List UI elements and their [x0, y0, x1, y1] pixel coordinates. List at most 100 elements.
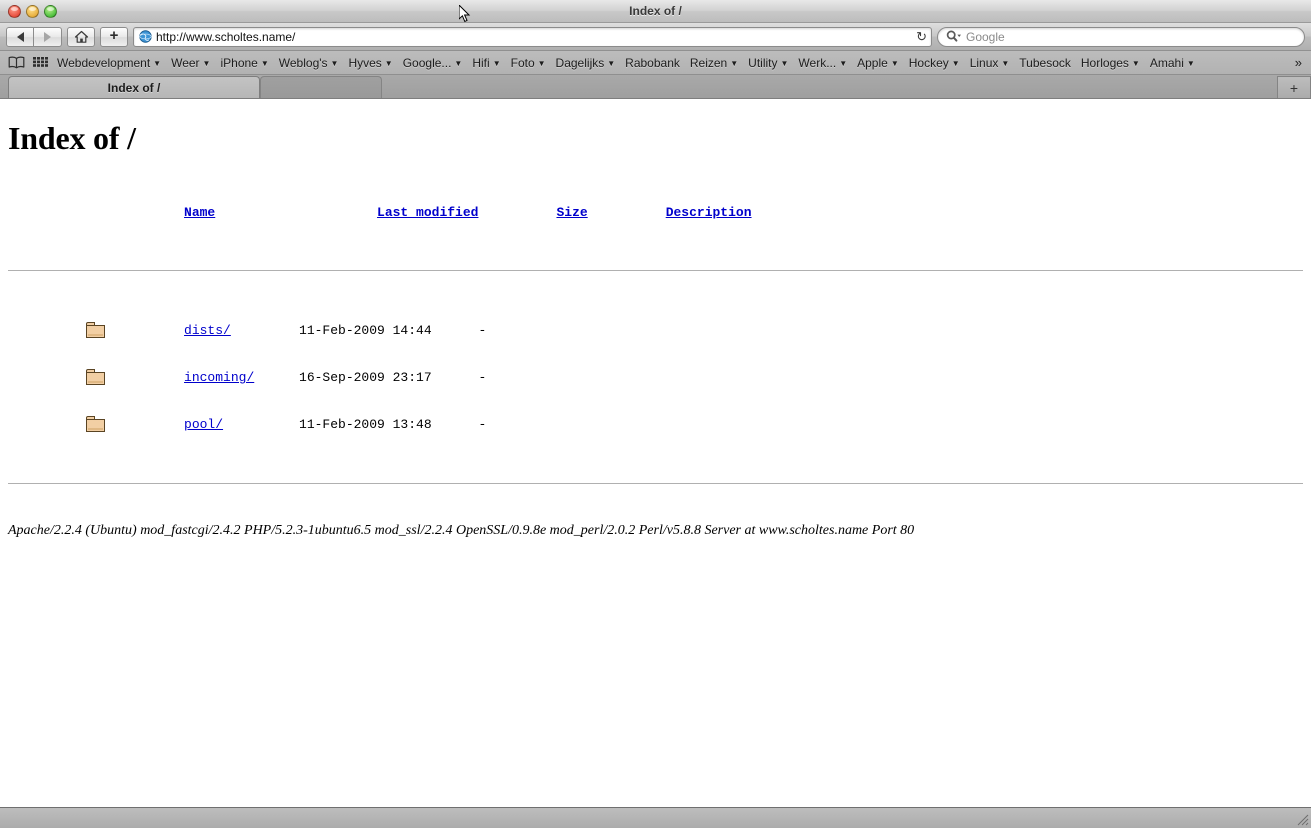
row-date-cell: 11-Feb-2009 14:44 [299, 323, 432, 338]
home-button[interactable] [67, 26, 95, 47]
browser-window: Index of / + http://www.scholtes.name/ ↻… [0, 0, 1311, 828]
bookmark-item-foto[interactable]: Foto ▼ [506, 53, 551, 73]
chevron-down-icon: ▼ [1001, 58, 1010, 68]
mouse-cursor [459, 5, 471, 23]
sort-by-date-link[interactable]: Last modified [377, 205, 478, 220]
bookmarks-bar: Webdevelopment ▼ Weer ▼ iPhone ▼ Weblog'… [0, 51, 1311, 75]
header-size: Size [478, 190, 587, 235]
bookmark-label: Foto [510, 55, 535, 70]
bookmark-item-webdevelopment[interactable]: Webdevelopment ▼ [52, 53, 166, 73]
bookmark-item-utility[interactable]: Utility ▼ [743, 53, 793, 73]
chevron-down-icon: ▼ [537, 58, 546, 68]
bookmark-item-hifi[interactable]: Hifi ▼ [467, 53, 505, 73]
chevron-down-icon: ▼ [839, 58, 848, 68]
row-description-cell [588, 401, 1303, 448]
bookmark-label: Linux [969, 55, 999, 70]
chevron-down-icon: ▼ [951, 58, 960, 68]
chevron-down-icon: ▼ [1186, 58, 1195, 68]
bookmark-label: Tubesock [1019, 55, 1071, 70]
window-title: Index of / [629, 4, 682, 18]
bookmark-item-amahi[interactable]: Amahi ▼ [1145, 53, 1200, 73]
chevron-down-icon: ▼ [260, 58, 269, 68]
new-tab-button[interactable]: + [1277, 76, 1311, 98]
row-size-cell: - [478, 370, 487, 385]
bookmarks-overflow-button[interactable]: » [1290, 55, 1307, 70]
bookmark-label: Rabobank [625, 55, 680, 70]
footer-divider [8, 483, 1303, 484]
bookmark-label: Hifi [472, 55, 490, 70]
bookmark-item-google[interactable]: Google... ▼ [398, 53, 468, 73]
zoom-button[interactable] [44, 4, 57, 18]
bookmark-item-weblogs[interactable]: Weblog's ▼ [274, 53, 344, 73]
bookmark-item-apple[interactable]: Apple ▼ [852, 53, 904, 73]
bookmark-item-hockey[interactable]: Hockey ▼ [904, 53, 965, 73]
header-description: Description [588, 190, 1303, 235]
search-field[interactable]: Google [937, 26, 1305, 47]
home-icon [74, 30, 88, 43]
header-divider [8, 270, 1303, 271]
directory-link[interactable]: incoming/ [184, 370, 254, 385]
add-bookmark-button[interactable]: + [100, 26, 128, 47]
bookmark-item-iphone[interactable]: iPhone ▼ [215, 53, 273, 73]
url-text: http://www.scholtes.name/ [156, 29, 296, 44]
bookmark-item-linux[interactable]: Linux ▼ [965, 53, 1015, 73]
chevron-down-icon: ▼ [384, 58, 393, 68]
bookmark-label: Hockey [908, 55, 949, 70]
chevron-down-icon: ▼ [607, 58, 616, 68]
directory-link[interactable]: pool/ [184, 417, 223, 432]
row-description-cell [588, 354, 1303, 401]
server-signature: Apache/2.2.4 (Ubuntu) mod_fastcgi/2.4.2 … [8, 523, 915, 538]
table-row: incoming/ 16-Sep-2009 23:17 - [8, 354, 1303, 401]
reload-button[interactable]: ↻ [916, 30, 927, 43]
footer-divider-cell [8, 448, 1303, 523]
bookmark-label: Amahi [1149, 55, 1184, 70]
bookmark-item-werk[interactable]: Werk... ▼ [793, 53, 852, 73]
bookmark-item-horloges[interactable]: Horloges ▼ [1076, 53, 1145, 73]
bookmark-item-reizen[interactable]: Reizen ▼ [685, 53, 743, 73]
globe-favicon-icon [139, 30, 152, 43]
footer-divider-row [8, 448, 1303, 523]
table-row: pool/ 11-Feb-2009 13:48 - [8, 401, 1303, 448]
search-placeholder: Google [966, 29, 1005, 44]
forward-button[interactable] [34, 26, 62, 47]
bookmark-label: Apple [857, 55, 888, 70]
tab-bar: Index of / + [0, 75, 1311, 99]
title-bar: Index of / [0, 0, 1311, 23]
minimize-button[interactable] [26, 4, 39, 18]
sort-by-description-link[interactable]: Description [666, 205, 752, 220]
address-bar[interactable]: http://www.scholtes.name/ ↻ [133, 26, 932, 47]
bookmark-item-tubesock[interactable]: Tubesock [1014, 53, 1076, 73]
bookmark-label: iPhone [220, 55, 258, 70]
chevron-down-icon: ▼ [454, 58, 463, 68]
folder-icon [86, 416, 106, 433]
browser-toolbar: + http://www.scholtes.name/ ↻ Google [0, 23, 1311, 51]
back-button[interactable] [6, 26, 34, 47]
window-controls [8, 4, 57, 18]
bookmark-label: Dagelijks [555, 55, 605, 70]
tab-strip-filler [260, 76, 382, 98]
close-button[interactable] [8, 4, 21, 18]
row-date-cell: 11-Feb-2009 13:48 [299, 417, 432, 432]
tab-index-of[interactable]: Index of / [8, 76, 260, 98]
bookmark-label: Reizen [689, 55, 728, 70]
header-divider-cell [8, 235, 1303, 307]
directory-link[interactable]: dists/ [184, 323, 231, 338]
row-size-cell: - [478, 323, 487, 338]
row-size-cell: - [478, 417, 487, 432]
bookmark-item-rabobank[interactable]: Rabobank [620, 53, 685, 73]
sort-by-size-link[interactable]: Size [556, 205, 587, 220]
book-icon [8, 56, 24, 69]
bookmark-item-dagelijks[interactable]: Dagelijks ▼ [551, 53, 621, 73]
chevron-down-icon: ▼ [202, 58, 211, 68]
resize-grip[interactable] [1296, 813, 1309, 826]
folder-icon [86, 322, 106, 339]
bookmark-item-hyves[interactable]: Hyves ▼ [343, 53, 397, 73]
bookmark-item-weer[interactable]: Weer ▼ [166, 53, 215, 73]
bookmark-label: Werk... [798, 55, 837, 70]
top-sites-button[interactable] [28, 53, 52, 73]
chevron-down-icon: ▼ [890, 58, 899, 68]
bookmark-label: Webdevelopment [57, 55, 151, 70]
show-all-bookmarks-button[interactable] [4, 53, 28, 73]
header-name: Name [106, 190, 299, 235]
sort-by-name-link[interactable]: Name [184, 205, 215, 220]
